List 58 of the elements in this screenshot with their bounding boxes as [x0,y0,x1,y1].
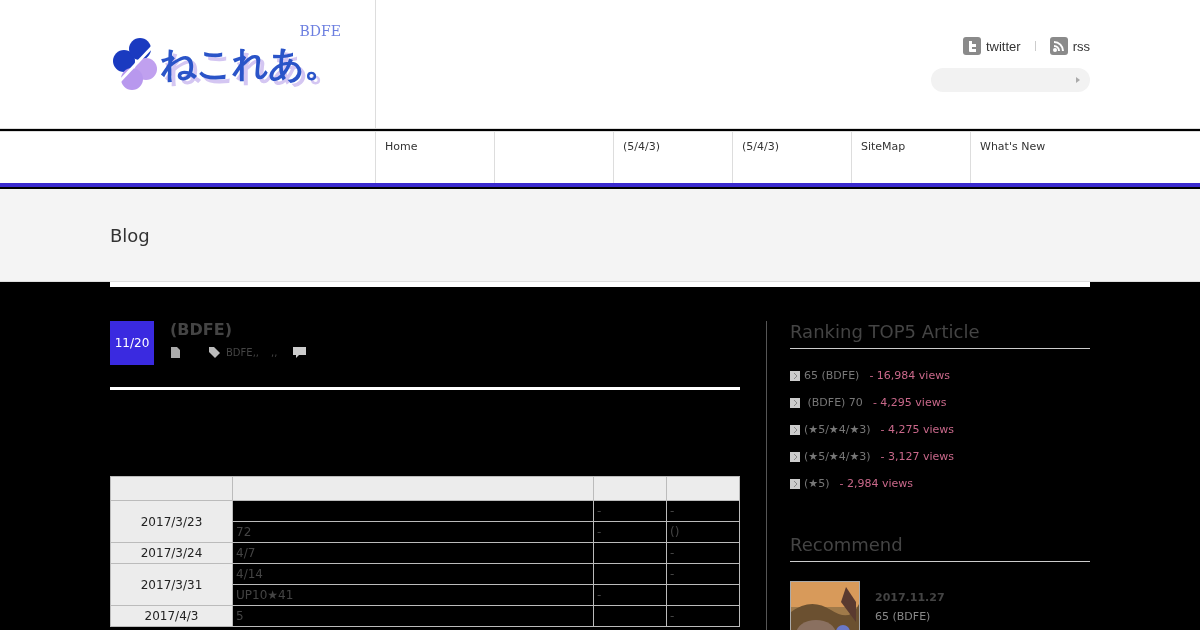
post-tags: BDFE,, [226,347,259,358]
table-cell: 5 [232,605,594,627]
article-link[interactable]: (★5/★4/★3) [804,423,871,436]
date-cell: 2017/3/24 [110,542,233,564]
view-count: - 4,295 views [872,396,947,409]
date-badge: 11/20 [110,321,154,365]
comment-icon [293,347,307,358]
flower-logo-icon [110,35,160,93]
page-title: Blog [110,224,150,246]
tag-icon [209,347,220,358]
nav-item[interactable]: (5/4/3) [732,132,851,183]
table-cell: - [666,605,740,627]
view-count: - 16,984 views [869,369,950,382]
social-link[interactable]: twitter [963,37,1021,55]
date-cell: 2017/3/31 [110,563,233,606]
post-tags: ,, [271,347,278,358]
bird-letter-icon [963,37,981,55]
section-title: Recommend [790,534,1090,562]
logo-tag: BDFE [299,23,341,39]
table-cell: - [666,563,740,585]
view-count: - 3,127 views [880,450,955,463]
nav-item[interactable]: (5/4/3) [613,132,732,183]
search-field[interactable] [931,68,1090,92]
date-cell: 2017/4/3 [110,605,233,627]
table-cell: - [593,500,667,522]
arrow-icon [790,478,800,489]
arrow-icon [790,451,800,462]
table-cell: - [666,500,740,522]
date-cell: 2017/3/23 [110,500,233,543]
nav-item[interactable]: What's New [970,132,1089,183]
view-count: - 4,275 views [880,423,955,436]
table-cell: - [666,542,740,564]
caret-icon [1076,77,1080,83]
article-link[interactable]: (★5) [804,477,830,490]
post-date: 2017.11.27 [875,591,945,604]
page-icon [170,347,181,358]
article-link[interactable]: (★5/★4/★3) [804,450,871,463]
article-link[interactable]: (BDFE) 70 [804,396,863,409]
arrow-icon [790,424,800,435]
table-cell: - [593,584,667,606]
social-link[interactable]: rss [1049,37,1090,55]
section-title: Ranking TOP5 Article [790,321,1090,349]
logo-text: ねこれあ。 [160,41,339,86]
view-count: - 2,984 views [839,477,913,490]
table-cell: UP10★41 [232,584,594,606]
table-cell: 72 [232,521,594,543]
table-cell: () [666,521,740,543]
nav-item[interactable]: Home [375,132,494,183]
arrow-icon [790,370,800,381]
post-title: (BDFE) [170,320,233,339]
table-cell: - [593,521,667,543]
article-link[interactable]: 65 (BDFE) [804,369,860,382]
table-cell: 4/14 [232,563,594,585]
nav-item[interactable]: SiteMap [851,132,970,183]
article-link[interactable]: 65 (BDFE) [875,610,945,623]
table-cell: 4/7 [232,542,594,564]
arrow-icon [790,397,800,408]
rss-icon [1049,37,1068,55]
